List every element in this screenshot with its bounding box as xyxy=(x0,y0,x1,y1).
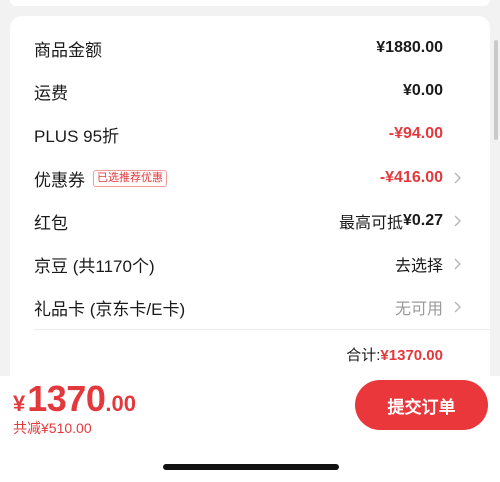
shipping-value: ¥0.00 xyxy=(402,82,443,99)
total-label: 合计: xyxy=(346,347,381,364)
red-packet-value: 最高可抵 ¥0.27 xyxy=(339,209,443,233)
plus-discount-label: PLUS 95折 xyxy=(34,126,120,146)
row-coupon[interactable]: 优惠券 已选推荐优惠 -¥416.00 xyxy=(10,158,490,198)
price-currency: ¥ xyxy=(13,391,26,416)
order-total: 合计:¥1370.00 xyxy=(346,344,443,365)
shipping-label: 运费 xyxy=(34,83,68,103)
price-decimal: .00 xyxy=(105,391,136,416)
row-goods-amount: 商品金额 ¥1880.00 xyxy=(10,28,490,68)
row-plus-discount: PLUS 95折 -¥94.00 xyxy=(10,114,490,154)
jd-beans-value: 去选择 xyxy=(394,258,443,275)
scrollbar[interactable] xyxy=(494,40,498,140)
price-summary-card: 商品金额 ¥1880.00 运费 ¥0.00 PLUS 95折 -¥94.00 … xyxy=(10,16,490,388)
coupon-recommend-tag: 已选推荐优惠 xyxy=(93,169,167,187)
row-shipping: 运费 ¥0.00 xyxy=(10,71,490,111)
goods-amount-value: ¥1880.00 xyxy=(376,39,443,56)
chevron-right-icon xyxy=(454,172,461,184)
goods-amount-label: 商品金额 xyxy=(34,40,102,60)
home-indicator[interactable] xyxy=(163,464,339,470)
plus-discount-value: -¥94.00 xyxy=(388,125,443,142)
row-jd-beans[interactable]: 京豆 (共1170个) 去选择 xyxy=(10,244,490,284)
coupon-value: -¥416.00 xyxy=(379,169,443,186)
chevron-right-icon xyxy=(454,215,461,227)
price-integer: 1370 xyxy=(27,378,106,419)
total-reduced: 共减¥510.00 xyxy=(13,420,92,436)
red-packet-prefix: 最高可抵 xyxy=(338,215,403,232)
coupon-label: 优惠券 已选推荐优惠 xyxy=(34,166,167,191)
checkout-bar: ¥ 1370 .00 共减¥510.00 提交订单 xyxy=(0,376,500,482)
row-gift-card[interactable]: 礼品卡 (京东卡/E卡) 无可用 xyxy=(10,287,490,327)
gift-card-label: 礼品卡 (京东卡/E卡) xyxy=(34,299,186,319)
divider xyxy=(34,329,490,330)
red-packet-label: 红包 xyxy=(34,213,68,233)
jd-beans-label: 京豆 (共1170个) xyxy=(34,256,155,276)
coupon-label-text: 优惠券 xyxy=(34,170,85,190)
submit-order-button[interactable]: 提交订单 xyxy=(355,380,488,430)
row-red-packet[interactable]: 红包 最高可抵 ¥0.27 xyxy=(10,201,490,241)
red-packet-amount: ¥0.27 xyxy=(402,212,443,229)
previous-card xyxy=(10,0,490,6)
chevron-right-icon xyxy=(454,301,461,313)
total-amount: ¥1370.00 xyxy=(380,347,443,364)
gift-card-value: 无可用 xyxy=(394,301,443,318)
chevron-right-icon xyxy=(454,258,461,270)
final-price: ¥ 1370 .00 xyxy=(13,378,136,420)
